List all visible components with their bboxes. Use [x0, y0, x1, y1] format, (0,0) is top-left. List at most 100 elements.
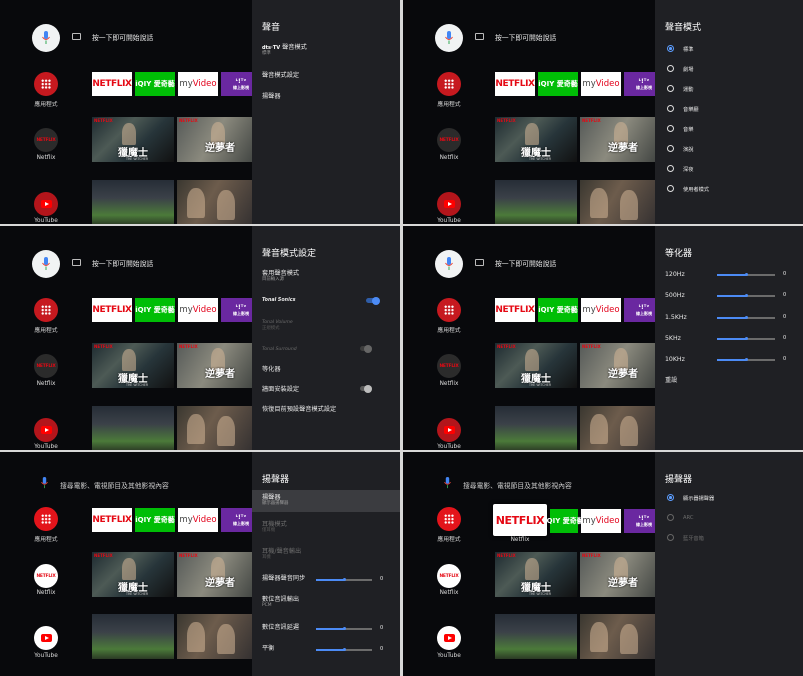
radio-late-night[interactable]	[667, 165, 674, 172]
netflix-tile[interactable]: NETFLIX	[495, 298, 535, 322]
toggle-wall-mount[interactable]	[360, 384, 372, 393]
netflix-app-icon[interactable]: NETFLIX	[34, 354, 58, 378]
eq-slider-10khz[interactable]	[717, 358, 775, 362]
myvideo-tile[interactable]: my Video	[178, 72, 218, 96]
youtube-app-icon[interactable]	[437, 192, 461, 216]
video-thumb-soccer[interactable]	[92, 406, 174, 450]
assistant-mic-button[interactable]	[32, 24, 60, 52]
iqiyi-tile[interactable]: iQIY 愛奇藝	[538, 298, 578, 322]
netflix-app-icon[interactable]: NETFLIX	[34, 128, 58, 152]
video-thumb-soccer[interactable]	[495, 406, 577, 450]
video-thumb-drama[interactable]	[177, 180, 252, 224]
slider-knob[interactable]	[342, 578, 346, 582]
menu-item-apply-sound-mode[interactable]: 套用聲音模式 目前輸入源	[262, 270, 390, 283]
myvideo-tile[interactable]: my Video	[581, 298, 621, 322]
poster-unbound[interactable]: NETFLIX 逆夢者	[177, 343, 252, 388]
menu-item-speakers[interactable]: 揚聲器	[262, 93, 390, 100]
slider-knob[interactable]	[342, 648, 346, 652]
myvideo-tile[interactable]: my Video	[178, 508, 218, 532]
eq-slider-500hz[interactable]	[717, 294, 775, 298]
menu-item-sound-mode-settings[interactable]: 聲音模式設定	[262, 72, 390, 79]
netflix-app-icon[interactable]: NETFLIX	[437, 354, 461, 378]
iqiyi-tile[interactable]: iQIY 愛奇藝	[544, 509, 584, 533]
radio-sports[interactable]	[667, 85, 674, 92]
video-thumb-drama[interactable]	[580, 614, 655, 659]
netflix-app-icon[interactable]: NETFLIX	[437, 128, 461, 152]
youtube-app-icon[interactable]	[34, 626, 58, 650]
menu-item-equalizer[interactable]: 等化器	[262, 366, 390, 373]
slider-knob[interactable]	[342, 627, 346, 631]
netflix-tile[interactable]: NETFLIX	[92, 298, 132, 322]
poster-unbound[interactable]: NETFLIX 逆夢者	[580, 117, 655, 162]
eq-slider-120hz[interactable]	[717, 273, 775, 277]
search-hint[interactable]: 搜尋電影、電視節目及其他影視內容	[60, 480, 169, 490]
poster-unbound[interactable]: NETFLIX 逆夢者	[580, 343, 655, 388]
iqiyi-tile[interactable]: iQIY 愛奇藝	[135, 508, 175, 532]
poster-witcher[interactable]: NETFLIX 獵魔士 THE WITCHER	[92, 343, 174, 388]
toggle-tonal-sonics[interactable]	[366, 296, 380, 305]
myvideo-tile[interactable]: my Video	[178, 298, 218, 322]
netflix-tile[interactable]: NETFLIX	[92, 508, 132, 532]
slider-knob[interactable]	[744, 316, 748, 320]
assistant-mic-button[interactable]	[32, 250, 60, 278]
netflix-app-icon[interactable]: NETFLIX	[34, 564, 58, 588]
menu-item-sound-mode[interactable]: dts·TV 聲音模式 標準	[262, 44, 390, 57]
video-thumb-soccer[interactable]	[495, 180, 577, 224]
poster-witcher[interactable]: NETFLIX 獵魔士 THE WITCHER	[495, 117, 577, 162]
slider-knob[interactable]	[744, 294, 748, 298]
poster-unbound[interactable]: NETFLIX 逆夢者	[177, 552, 252, 597]
radio-music[interactable]	[667, 125, 674, 132]
eq-slider-5khz[interactable]	[717, 337, 775, 341]
apps-button[interactable]	[34, 298, 58, 322]
youtube-app-icon[interactable]	[437, 418, 461, 442]
youtube-app-icon[interactable]	[437, 626, 461, 650]
radio-user-mode[interactable]	[667, 185, 674, 192]
friday-tile[interactable]: ᴸ!ᵀᵛ 線上影視	[624, 72, 655, 96]
radio-tv-speaker[interactable]	[667, 494, 674, 501]
menu-item-digital-audio-out[interactable]: 數位音訊輸出 PCM	[262, 596, 390, 609]
video-thumb-soccer[interactable]	[92, 180, 174, 224]
iqiyi-tile[interactable]: iQIY 愛奇藝	[538, 72, 578, 96]
poster-witcher[interactable]: NETFLIX 獵魔士 THE WITCHER	[92, 552, 174, 597]
netflix-tile[interactable]: NETFLIX	[495, 72, 535, 96]
video-thumb-drama[interactable]	[580, 406, 655, 450]
eq-slider-1-5khz[interactable]	[717, 316, 775, 320]
friday-tile[interactable]: ᴸ!ᵀᵛ 線上影視	[221, 72, 252, 96]
poster-witcher[interactable]: NETFLIX 獵魔士 THE WITCHER	[495, 552, 577, 597]
myvideo-tile[interactable]: my Video	[581, 72, 621, 96]
slider-knob[interactable]	[744, 337, 748, 341]
friday-tile[interactable]: ᴸ!ᵀᵛ 線上影視	[624, 509, 655, 533]
myvideo-tile[interactable]: my Video	[581, 509, 621, 533]
video-thumb-drama[interactable]	[580, 180, 655, 224]
assistant-mic-button[interactable]	[435, 250, 463, 278]
apps-button[interactable]	[34, 72, 58, 96]
eq-reset-button[interactable]: 重設	[665, 377, 793, 384]
slider-knob[interactable]	[744, 358, 748, 362]
video-thumb-soccer[interactable]	[92, 614, 174, 659]
friday-tile[interactable]: ᴸ!ᵀᵛ 線上影視	[221, 508, 252, 532]
search-hint[interactable]: 搜尋電影、電視節目及其他影視內容	[463, 480, 572, 490]
slider-knob[interactable]	[744, 273, 748, 277]
iqiyi-tile[interactable]: iQIY 愛奇藝	[135, 298, 175, 322]
poster-witcher[interactable]: NETFLIX 獵魔士 THE WITCHER	[495, 343, 577, 388]
netflix-app-icon[interactable]: NETFLIX	[437, 564, 461, 588]
youtube-app-icon[interactable]	[34, 418, 58, 442]
radio-concert-hall[interactable]	[667, 105, 674, 112]
radio-theater[interactable]	[667, 65, 674, 72]
friday-tile[interactable]: ᴸ!ᵀᵛ 線上影視	[624, 298, 655, 322]
iqiyi-tile[interactable]: iQIY 愛奇藝	[135, 72, 175, 96]
apps-button[interactable]	[34, 507, 58, 531]
youtube-app-icon[interactable]	[34, 192, 58, 216]
video-thumb-drama[interactable]	[177, 614, 252, 659]
radio-speech[interactable]	[667, 145, 674, 152]
netflix-tile-focused[interactable]: NETFLIX	[493, 504, 547, 536]
speaker-sync-slider[interactable]	[316, 578, 372, 582]
audio-delay-slider[interactable]	[316, 627, 372, 631]
netflix-tile[interactable]: NETFLIX	[92, 72, 132, 96]
balance-slider[interactable]	[316, 648, 372, 652]
menu-item-speaker-output[interactable]: 揚聲器 顯示器揚聲器	[262, 494, 390, 507]
menu-item-reset-sound-mode[interactable]: 恢復目前預設聲音模式設定	[262, 406, 390, 413]
poster-unbound[interactable]: NETFLIX 逆夢者	[177, 117, 252, 162]
poster-unbound[interactable]: NETFLIX 逆夢者	[580, 552, 655, 597]
assistant-mic-button[interactable]	[435, 24, 463, 52]
